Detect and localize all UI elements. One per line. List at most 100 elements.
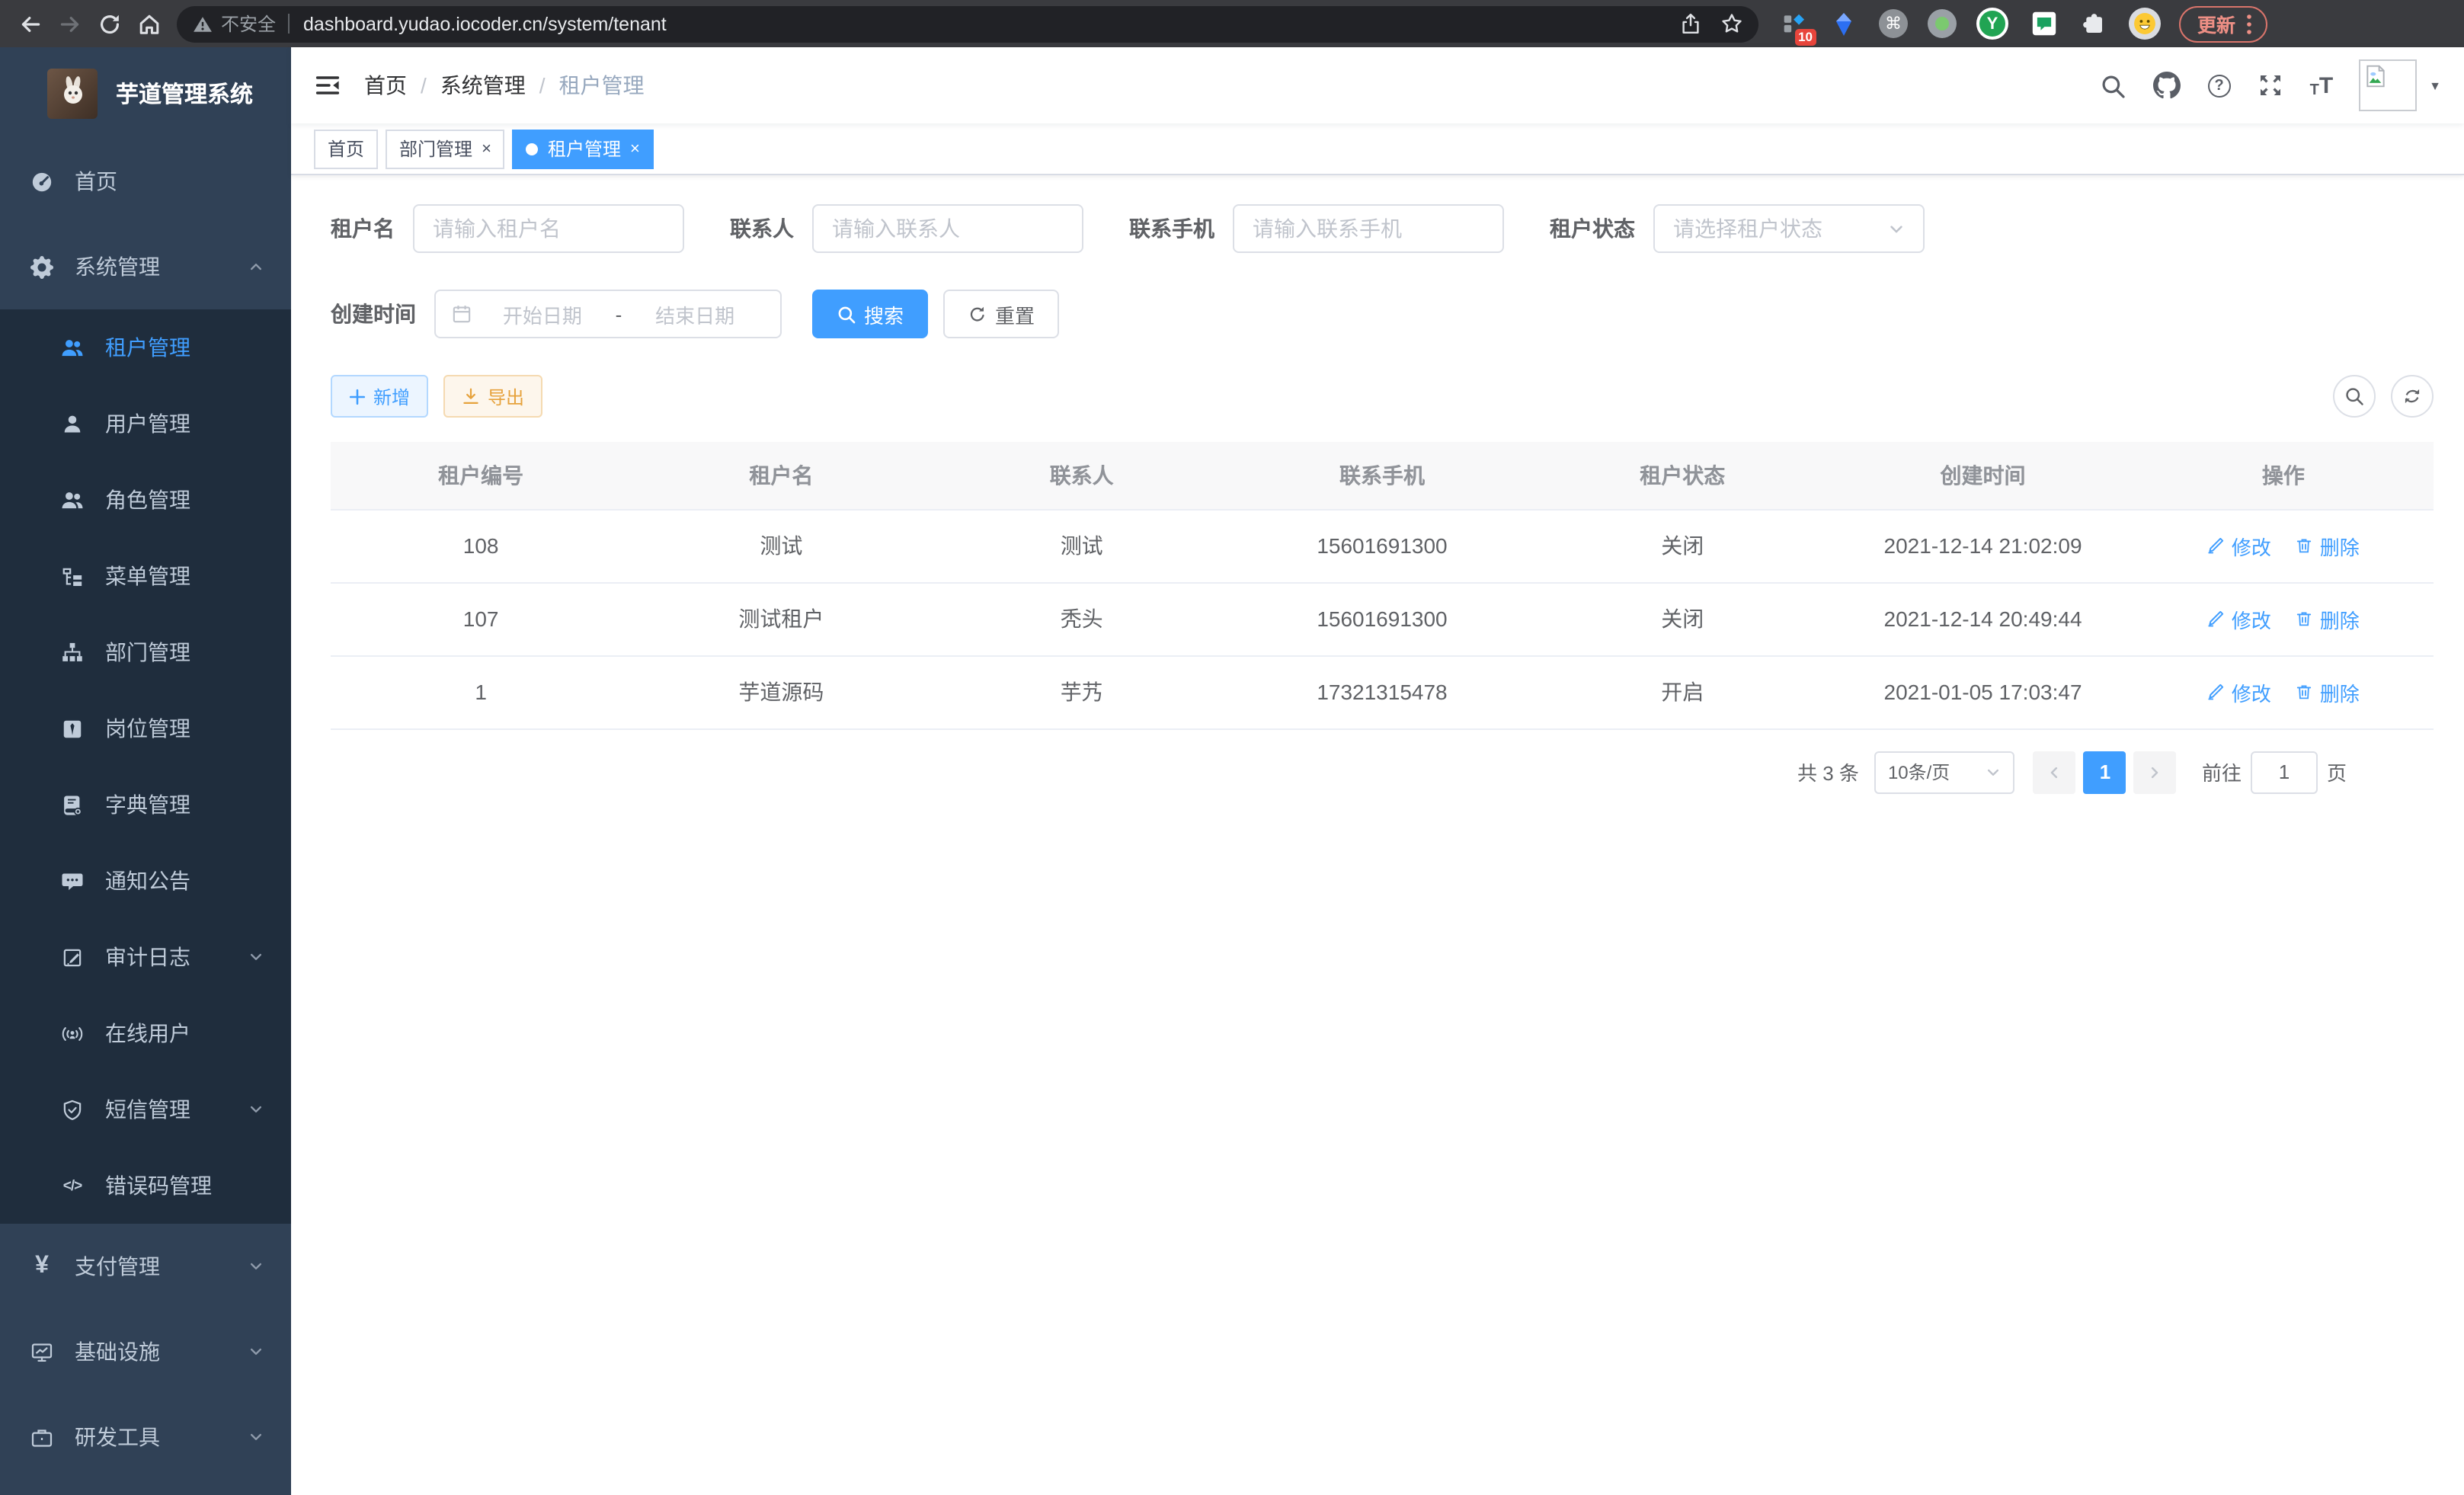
sidebar-item-home[interactable]: 首页 — [0, 139, 291, 224]
goto-page-input[interactable] — [2251, 751, 2318, 793]
app-logo[interactable]: 芋道管理系统 — [0, 47, 291, 139]
trash-icon — [2296, 683, 2314, 701]
table-row: 107 测试租户 秃头 15601691300 关闭 2021-12-14 20… — [331, 582, 2434, 655]
tab-home[interactable]: 首页 — [314, 129, 378, 168]
next-page-button[interactable] — [2134, 751, 2177, 793]
breadcrumb: 首页 / 系统管理 / 租户管理 — [364, 70, 645, 101]
reset-button[interactable]: 重置 — [943, 290, 1059, 338]
monitor-icon — [30, 1340, 53, 1363]
font-size-button[interactable]: TT — [2296, 72, 2347, 98]
status-text: 关闭 — [1532, 582, 1832, 655]
browser-update-button[interactable]: 更新 — [2179, 5, 2267, 42]
extension-command[interactable]: ⌘ — [1879, 9, 1908, 38]
users-icon — [61, 488, 84, 511]
shield-check-icon — [61, 1098, 84, 1121]
chevron-down-icon — [248, 1344, 264, 1359]
sidebar-item-audit-log[interactable]: 审计日志 — [0, 919, 291, 995]
page-unit-label: 页 — [2327, 757, 2347, 786]
col-actions: 操作 — [2133, 442, 2434, 509]
security-label: 不安全 — [221, 11, 276, 37]
tenant-page: 租户名 请输入租户名 联系人 请输入联系人 联系手机 — [291, 175, 2464, 1495]
delete-link[interactable]: 删除 — [2296, 531, 2360, 560]
sidebar-item-post[interactable]: 岗位管理 — [0, 690, 291, 767]
edit-link[interactable]: 修改 — [2207, 677, 2271, 706]
help-button[interactable]: ? — [2194, 74, 2245, 97]
bookmark-button[interactable] — [1720, 12, 1743, 35]
create-time-label: 创建时间 — [331, 299, 434, 329]
sidebar-item-menu[interactable]: 菜单管理 — [0, 538, 291, 614]
briefcase-icon — [30, 1426, 53, 1449]
sidebar-item-payment[interactable]: ¥ 支付管理 — [0, 1224, 291, 1309]
prev-page-button[interactable] — [2034, 751, 2076, 793]
edit-link[interactable]: 修改 — [2207, 531, 2271, 560]
sidebar-item-error-code[interactable]: </> 错误码管理 — [0, 1148, 291, 1224]
logo-image — [47, 68, 98, 118]
extensions-puzzle-button[interactable] — [2078, 8, 2109, 39]
sidebar-item-role[interactable]: 角色管理 — [0, 462, 291, 538]
sidebar-item-online-users[interactable]: 在线用户 — [0, 995, 291, 1071]
header-search-button[interactable] — [2086, 72, 2139, 98]
col-mobile: 联系手机 — [1232, 442, 1532, 509]
dashboard-icon — [30, 170, 53, 193]
sidebar-item-dept[interactable]: 部门管理 — [0, 614, 291, 690]
delete-link[interactable]: 删除 — [2296, 604, 2360, 633]
sidebar-collapse-button[interactable] — [314, 72, 341, 99]
update-label: 更新 — [2197, 9, 2235, 38]
sidebar-item-tenant[interactable]: 租户管理 — [0, 309, 291, 386]
date-range-input[interactable]: 开始日期 - 结束日期 — [434, 290, 782, 338]
reload-icon — [98, 11, 122, 36]
contact-input[interactable]: 请输入联系人 — [812, 204, 1083, 253]
avatar[interactable] — [2359, 59, 2417, 111]
balloon-icon — [1832, 10, 1856, 37]
page-size-select[interactable]: 10条/页 — [1874, 751, 2014, 793]
url-bar[interactable]: 不安全 dashboard.yudao.iocoder.cn/system/te… — [177, 5, 1758, 42]
status-select[interactable]: 请选择租户状态 — [1653, 204, 1925, 253]
sidebar-item-devtools[interactable]: 研发工具 — [0, 1394, 291, 1480]
share-button[interactable] — [1679, 12, 1702, 35]
sidebar-item-notice[interactable]: 通知公告 — [0, 843, 291, 919]
tenant-name-input[interactable]: 请输入租户名 — [413, 204, 684, 253]
browser-back-button[interactable] — [11, 4, 50, 43]
sidebar-item-infra[interactable]: 基础设施 — [0, 1309, 291, 1394]
close-icon[interactable]: × — [482, 139, 491, 158]
puzzle-icon — [2080, 10, 2107, 37]
browser-home-button[interactable] — [130, 4, 169, 43]
extension-chat[interactable] — [2028, 8, 2059, 39]
breadcrumb-home[interactable]: 首页 — [364, 70, 407, 101]
extension-balloon[interactable] — [1829, 8, 1859, 39]
search-icon — [837, 304, 856, 324]
badge-icon — [61, 717, 84, 740]
add-button[interactable]: 新增 — [331, 375, 428, 418]
github-icon — [2153, 72, 2181, 99]
export-button[interactable]: 导出 — [443, 375, 542, 418]
sidebar-item-dict[interactable]: 字典管理 — [0, 767, 291, 843]
avatar-caret-icon[interactable]: ▼ — [2429, 78, 2441, 92]
refresh-table-button[interactable] — [2391, 375, 2434, 418]
github-link[interactable] — [2139, 72, 2194, 99]
emoji-face-icon — [2132, 11, 2158, 37]
close-icon[interactable]: × — [630, 139, 640, 158]
sidebar: 芋道管理系统 首页 系统管理 租户管理 — [0, 47, 291, 1495]
browser-reload-button[interactable] — [90, 4, 130, 43]
sidebar-item-system[interactable]: 系统管理 — [0, 224, 291, 309]
search-button[interactable]: 搜索 — [812, 290, 928, 338]
extension-grid-badge[interactable]: 10 — [1778, 8, 1809, 39]
total-count: 共 3 条 — [1797, 757, 1859, 786]
extension-emoji[interactable] — [2129, 8, 2161, 40]
extensions-area: 10 ⌘ Y — [1766, 8, 2176, 40]
sidebar-item-user[interactable]: 用户管理 — [0, 386, 291, 462]
fullscreen-button[interactable] — [2245, 73, 2296, 98]
tab-dept[interactable]: 部门管理 × — [386, 129, 505, 168]
edit-icon — [2207, 536, 2226, 555]
tab-tenant[interactable]: 租户管理 × — [513, 129, 654, 168]
extension-green-dot[interactable] — [1928, 9, 1957, 38]
sidebar-item-sms[interactable]: 短信管理 — [0, 1071, 291, 1148]
extension-y[interactable]: Y — [1976, 8, 2008, 40]
page-number-current[interactable]: 1 — [2084, 751, 2126, 793]
toggle-search-button[interactable] — [2333, 375, 2376, 418]
mobile-input[interactable]: 请输入联系手机 — [1233, 204, 1504, 253]
edit-link[interactable]: 修改 — [2207, 604, 2271, 633]
browser-forward-button[interactable] — [50, 4, 90, 43]
delete-link[interactable]: 删除 — [2296, 677, 2360, 706]
table-row: 1 芋道源码 芋艿 17321315478 开启 2021-01-05 17:0… — [331, 655, 2434, 728]
